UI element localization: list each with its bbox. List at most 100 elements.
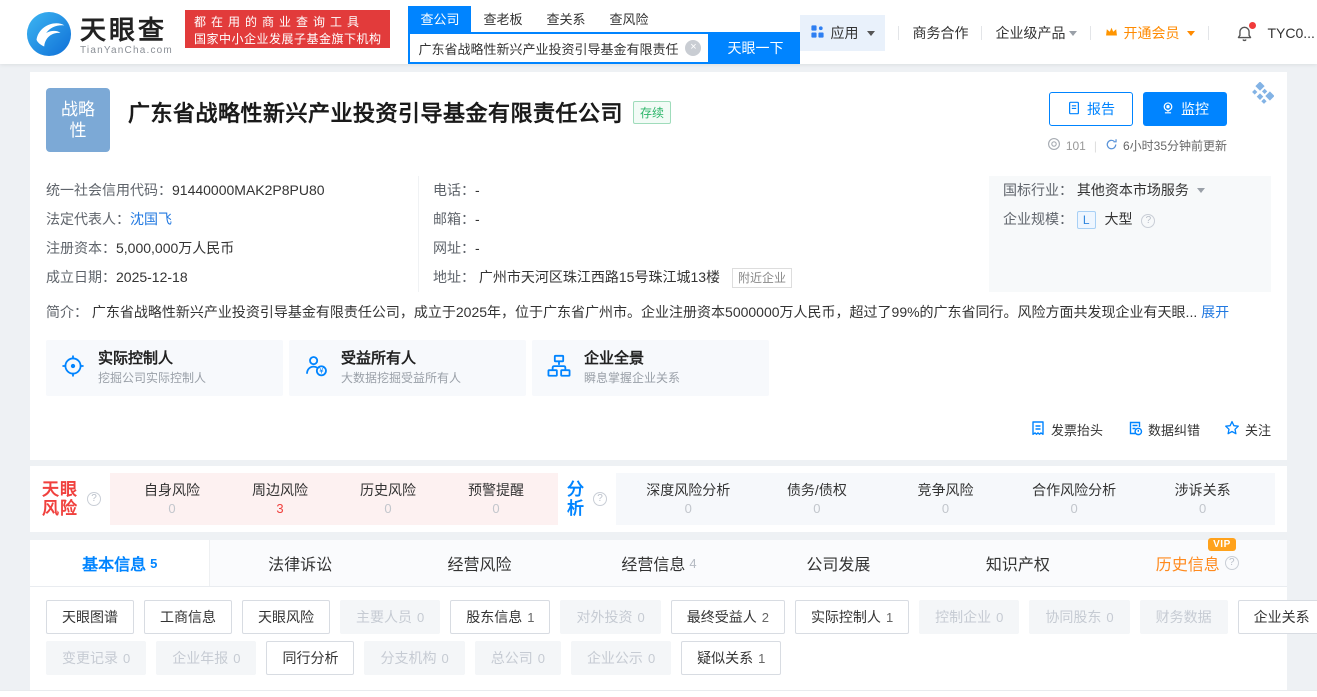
chevron-down-icon[interactable] — [1196, 188, 1205, 193]
crown-icon — [1104, 24, 1119, 42]
historical-risk-item[interactable]: 历史风险 0 — [334, 473, 442, 525]
competition-risk-item[interactable]: 竞争风险 0 — [881, 473, 1010, 525]
beneficiary-card[interactable]: ¥ 受益所有人 大数据挖掘受益所有人 — [289, 340, 526, 396]
feature-subtitle: 瞬息掌握企业关系 — [584, 371, 681, 385]
vip-label: 开通会员 — [1123, 25, 1180, 41]
tab-label: 经营信息 — [621, 557, 686, 574]
nav-divider — [981, 26, 983, 40]
tab-operating-info[interactable]: 经营信息 4 — [569, 540, 748, 586]
clear-search-icon[interactable]: × — [685, 40, 702, 56]
help-icon[interactable]: ? — [87, 492, 101, 506]
avatar-line2: 性 — [69, 121, 87, 140]
data-correction-link[interactable]: 数据纠错 — [1127, 420, 1200, 439]
feature-cards: 实际控制人 挖掘公司实际控制人 ¥ 受益所有人 大数据挖掘受益所有人 企业全景 … — [46, 340, 1271, 396]
litigation-relation-item[interactable]: 涉诉关系 0 — [1138, 473, 1267, 525]
notifications-bell[interactable] — [1236, 21, 1257, 42]
business-cooperation-link[interactable]: 商务合作 — [912, 23, 968, 43]
help-icon[interactable]: ? — [593, 492, 607, 506]
search-tab-company[interactable]: 查公司 — [408, 6, 472, 32]
search-input[interactable] — [410, 40, 686, 56]
tab-operating-risk[interactable]: 经营风险 — [390, 540, 569, 586]
tab-history-info[interactable]: 历史信息 VIP ? — [1108, 538, 1287, 586]
chip-business-info[interactable]: 工商信息 — [144, 600, 232, 634]
chevron-down-icon — [867, 30, 876, 36]
help-icon[interactable]: ? — [1224, 556, 1239, 570]
analysis-item-label: 竞争风险 — [917, 482, 974, 498]
tab-basic-info[interactable]: 基本信息 5 — [30, 540, 211, 586]
notification-dot — [1249, 21, 1257, 29]
chip-head-office: 总公司 0 — [474, 641, 561, 675]
help-icon[interactable]: ? — [1141, 214, 1156, 228]
chip-actual-controller[interactable]: 实际控制人 1 — [794, 600, 910, 634]
tianyan-risk-brand: 天眼 风险 — [42, 480, 78, 518]
chip-company-relations[interactable]: 企业关系 — [1237, 600, 1317, 634]
username: TYC0... — [1267, 25, 1315, 41]
analysis-brand-line2: 析 — [567, 499, 584, 518]
analysis-brand: 分 析 — [567, 480, 584, 518]
company-panorama-card[interactable]: 企业全景 瞬息掌握企业关系 — [532, 340, 769, 396]
risk-item-count: 0 — [384, 501, 392, 516]
chip-ultimate-beneficiary[interactable]: 最终受益人 2 — [670, 600, 785, 634]
search-tab-relation[interactable]: 查关系 — [535, 6, 598, 32]
analysis-item-label: 合作风险分析 — [1032, 482, 1117, 498]
chip-shareholder-info[interactable]: 股东信息 1 — [450, 600, 551, 634]
chip-tianyan-graph[interactable]: 天眼图谱 — [46, 600, 134, 634]
tab-intellectual-property[interactable]: 知识产权 — [928, 540, 1107, 586]
warning-reminder-item[interactable]: 预警提醒 0 — [442, 473, 550, 525]
established-date-value: 2025-12-18 — [116, 269, 188, 285]
deep-risk-analysis-item[interactable]: 深度风险分析 0 — [624, 473, 753, 525]
chip-financial-data: 财务数据 — [1139, 600, 1228, 634]
report-button[interactable]: 报告 — [1049, 92, 1133, 126]
legal-representative-link[interactable]: 沈国飞 — [130, 211, 172, 227]
expand-link[interactable]: 展开 — [1201, 304, 1229, 320]
monitor-button[interactable]: 监控 — [1143, 92, 1227, 126]
card-action-links: 发票抬头 数据纠错 关注 — [46, 420, 1271, 439]
analysis-item-count: 0 — [941, 501, 950, 516]
chip-suspected-relations[interactable]: 疑似关系 1 — [681, 641, 782, 675]
views-eye-icon — [1047, 137, 1061, 154]
risk-brand-line1: 天眼 — [42, 480, 78, 499]
tab-label: 公司发展 — [806, 557, 871, 574]
analysis-brand-line1: 分 — [567, 480, 584, 499]
self-risk-item[interactable]: 自身风险 0 — [118, 473, 226, 525]
top-header: 天眼查 TianYanCha.com 都在用的商业查询工具 国家中小企业发展子基… — [0, 0, 1317, 64]
star-icon — [1224, 420, 1240, 439]
field-label: 统一社会信用代码： — [46, 182, 172, 198]
surrounding-risk-item[interactable]: 周边风险 3 — [226, 473, 334, 525]
corner-decoration — [1246, 81, 1275, 115]
nearby-companies-button[interactable]: 附近企业 — [731, 268, 792, 288]
risk-summary-panel: 自身风险 0 周边风险 3 历史风险 0 预警提醒 0 — [110, 473, 558, 525]
enterprise-products-label: 企业级产品 — [995, 25, 1066, 41]
risk-item-count: 3 — [276, 501, 284, 516]
chip-co-shareholders: 协同股东 0 — [1029, 600, 1130, 634]
search-tab-risk[interactable]: 查风险 — [598, 6, 661, 32]
search-input-wrap: × — [408, 32, 711, 64]
user-account-menu[interactable]: TYC0... — [1267, 25, 1317, 41]
field-label: 国标行业： — [1003, 182, 1073, 198]
follow-link[interactable]: 关注 — [1224, 420, 1271, 439]
tianyancha-logo[interactable]: 天眼查 TianYanCha.com — [26, 8, 173, 64]
search-tab-boss[interactable]: 查老板 — [471, 6, 534, 32]
actual-controller-card[interactable]: 实际控制人 挖掘公司实际控制人 — [46, 340, 283, 396]
org-chart-icon — [547, 354, 571, 383]
views-count: 101 — [1065, 138, 1086, 153]
search-button[interactable]: 天眼一下 — [710, 32, 801, 64]
debt-credit-item[interactable]: 债务/债权 0 — [753, 473, 882, 525]
refresh-icon[interactable] — [1105, 138, 1118, 154]
vip-upgrade-menu[interactable]: 开通会员 — [1104, 23, 1196, 43]
chip-peer-analysis[interactable]: 同行分析 — [266, 641, 355, 675]
cooperation-risk-item[interactable]: 合作风险分析 0 — [1010, 473, 1139, 525]
tab-legal-litigation[interactable]: 法律诉讼 — [210, 540, 389, 586]
chip-row-2: 变更记录 0 企业年报 0 同行分析 分支机构 0 总公司 0 企业公示 0 疑似关系 1 — [46, 641, 1271, 675]
apps-menu[interactable]: 应用 — [800, 15, 886, 51]
analysis-item-count: 0 — [1070, 501, 1078, 516]
risk-item-count: 0 — [492, 501, 500, 516]
analysis-item-label: 涉诉关系 — [1174, 482, 1231, 498]
chip-tianyan-risk[interactable]: 天眼风险 — [242, 600, 330, 634]
field-label: 网址： — [433, 240, 475, 256]
tab-company-development[interactable]: 公司发展 — [749, 540, 928, 586]
invoice-title-link[interactable]: 发票抬头 — [1030, 420, 1103, 439]
chip-branches: 分支机构 0 — [364, 641, 465, 675]
logo-subtitle: TianYanCha.com — [80, 44, 173, 56]
enterprise-products-menu[interactable]: 企业级产品 — [995, 23, 1078, 43]
